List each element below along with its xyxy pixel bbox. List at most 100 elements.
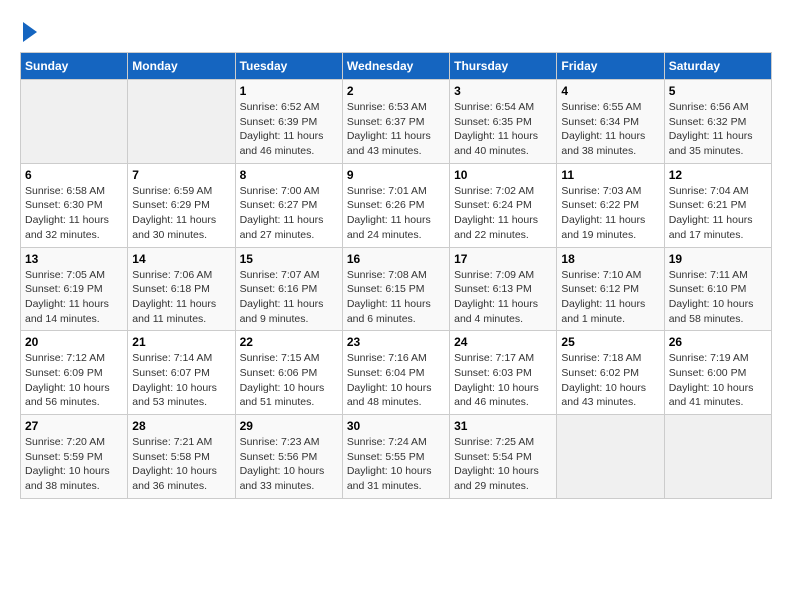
day-detail: Sunrise: 7:21 AMSunset: 5:58 PMDaylight:…: [132, 435, 230, 494]
day-number: 27: [25, 419, 123, 433]
calendar-cell: 30Sunrise: 7:24 AMSunset: 5:55 PMDayligh…: [342, 415, 449, 499]
header-saturday: Saturday: [664, 53, 771, 80]
calendar-cell: [128, 80, 235, 164]
day-detail: Sunrise: 6:58 AMSunset: 6:30 PMDaylight:…: [25, 184, 123, 243]
day-number: 30: [347, 419, 445, 433]
calendar-cell: 16 Sunrise: 7:08 AMSunset: 6:15 PMDayligh…: [342, 247, 449, 331]
calendar-cell: 14 Sunrise: 7:06 AMSunset: 6:18 PMDayligh…: [128, 247, 235, 331]
logo-arrow-icon: [23, 22, 37, 42]
day-detail: Sunrise: 7:15 AMSunset: 6:06 PMDaylight:…: [240, 351, 338, 410]
day-number: 21: [132, 335, 230, 349]
calendar-cell: 2 Sunrise: 6:53 AMSunset: 6:37 PMDaylight…: [342, 80, 449, 164]
day-number: 4: [561, 84, 659, 98]
day-number: 16: [347, 252, 445, 266]
day-detail: Sunrise: 7:01 AMSunset: 6:26 PMDaylight:…: [347, 184, 445, 243]
calendar-week-row: 6 Sunrise: 6:58 AMSunset: 6:30 PMDaylight…: [21, 163, 772, 247]
day-number: 13: [25, 252, 123, 266]
calendar-cell: 6 Sunrise: 6:58 AMSunset: 6:30 PMDaylight…: [21, 163, 128, 247]
day-number: 6: [25, 168, 123, 182]
day-detail: Sunrise: 7:25 AMSunset: 5:54 PMDaylight:…: [454, 435, 552, 494]
calendar-cell: 19 Sunrise: 7:11 AMSunset: 6:10 PMDayligh…: [664, 247, 771, 331]
day-number: 12: [669, 168, 767, 182]
calendar-week-row: 1 Sunrise: 6:52 AMSunset: 6:39 PMDaylight…: [21, 80, 772, 164]
calendar-week-row: 20Sunrise: 7:12 AMSunset: 6:09 PMDayligh…: [21, 331, 772, 415]
day-detail: Sunrise: 6:59 AMSunset: 6:29 PMDaylight:…: [132, 184, 230, 243]
calendar-cell: 12Sunrise: 7:04 AMSunset: 6:21 PMDayligh…: [664, 163, 771, 247]
calendar-cell: 18 Sunrise: 7:10 AMSunset: 6:12 PMDayligh…: [557, 247, 664, 331]
calendar-cell: 28 Sunrise: 7:21 AMSunset: 5:58 PMDayligh…: [128, 415, 235, 499]
day-number: 1: [240, 84, 338, 98]
calendar-cell: 27 Sunrise: 7:20 AMSunset: 5:59 PMDayligh…: [21, 415, 128, 499]
calendar-table: SundayMondayTuesdayWednesdayThursdayFrid…: [20, 52, 772, 499]
calendar-cell: 8 Sunrise: 7:00 AMSunset: 6:27 PMDaylight…: [235, 163, 342, 247]
calendar-cell: 3 Sunrise: 6:54 AMSunset: 6:35 PMDaylight…: [450, 80, 557, 164]
day-number: 24: [454, 335, 552, 349]
day-detail: Sunrise: 7:02 AMSunset: 6:24 PMDaylight:…: [454, 184, 552, 243]
day-detail: Sunrise: 7:18 AMSunset: 6:02 PMDaylight:…: [561, 351, 659, 410]
day-number: 25: [561, 335, 659, 349]
day-detail: Sunrise: 7:20 AMSunset: 5:59 PMDaylight:…: [25, 435, 123, 494]
day-detail: Sunrise: 7:10 AMSunset: 6:12 PMDaylight:…: [561, 268, 659, 327]
header-tuesday: Tuesday: [235, 53, 342, 80]
day-number: 18: [561, 252, 659, 266]
day-detail: Sunrise: 7:17 AMSunset: 6:03 PMDaylight:…: [454, 351, 552, 410]
day-number: 14: [132, 252, 230, 266]
day-detail: Sunrise: 6:56 AMSunset: 6:32 PMDaylight:…: [669, 100, 767, 159]
calendar-cell: 26Sunrise: 7:19 AMSunset: 6:00 PMDayligh…: [664, 331, 771, 415]
day-detail: Sunrise: 7:09 AMSunset: 6:13 PMDaylight:…: [454, 268, 552, 327]
calendar-cell: 22 Sunrise: 7:15 AMSunset: 6:06 PMDayligh…: [235, 331, 342, 415]
calendar-cell: 10 Sunrise: 7:02 AMSunset: 6:24 PMDayligh…: [450, 163, 557, 247]
calendar-cell: 31 Sunrise: 7:25 AMSunset: 5:54 PMDayligh…: [450, 415, 557, 499]
day-number: 3: [454, 84, 552, 98]
day-number: 31: [454, 419, 552, 433]
day-detail: Sunrise: 6:54 AMSunset: 6:35 PMDaylight:…: [454, 100, 552, 159]
header-monday: Monday: [128, 53, 235, 80]
calendar-week-row: 13 Sunrise: 7:05 AMSunset: 6:19 PMDayligh…: [21, 247, 772, 331]
day-detail: Sunrise: 7:05 AMSunset: 6:19 PMDaylight:…: [25, 268, 123, 327]
calendar-cell: [557, 415, 664, 499]
day-number: 20: [25, 335, 123, 349]
day-detail: Sunrise: 7:06 AMSunset: 6:18 PMDaylight:…: [132, 268, 230, 327]
day-number: 10: [454, 168, 552, 182]
day-number: 7: [132, 168, 230, 182]
day-detail: Sunrise: 7:07 AMSunset: 6:16 PMDaylight:…: [240, 268, 338, 327]
day-number: 9: [347, 168, 445, 182]
day-detail: Sunrise: 7:16 AMSunset: 6:04 PMDaylight:…: [347, 351, 445, 410]
day-detail: Sunrise: 6:55 AMSunset: 6:34 PMDaylight:…: [561, 100, 659, 159]
calendar-week-row: 27 Sunrise: 7:20 AMSunset: 5:59 PMDayligh…: [21, 415, 772, 499]
day-number: 15: [240, 252, 338, 266]
calendar-cell: 5 Sunrise: 6:56 AMSunset: 6:32 PMDaylight…: [664, 80, 771, 164]
day-detail: Sunrise: 7:00 AMSunset: 6:27 PMDaylight:…: [240, 184, 338, 243]
day-number: 26: [669, 335, 767, 349]
day-number: 28: [132, 419, 230, 433]
calendar-cell: 9 Sunrise: 7:01 AMSunset: 6:26 PMDaylight…: [342, 163, 449, 247]
day-number: 19: [669, 252, 767, 266]
calendar-cell: [664, 415, 771, 499]
day-detail: Sunrise: 6:52 AMSunset: 6:39 PMDaylight:…: [240, 100, 338, 159]
page-header: [20, 20, 772, 42]
calendar-cell: 11 Sunrise: 7:03 AMSunset: 6:22 PMDayligh…: [557, 163, 664, 247]
calendar-header-row: SundayMondayTuesdayWednesdayThursdayFrid…: [21, 53, 772, 80]
header-friday: Friday: [557, 53, 664, 80]
day-detail: Sunrise: 6:53 AMSunset: 6:37 PMDaylight:…: [347, 100, 445, 159]
calendar-cell: 20Sunrise: 7:12 AMSunset: 6:09 PMDayligh…: [21, 331, 128, 415]
calendar-cell: 21Sunrise: 7:14 AMSunset: 6:07 PMDayligh…: [128, 331, 235, 415]
calendar-cell: 29Sunrise: 7:23 AMSunset: 5:56 PMDayligh…: [235, 415, 342, 499]
day-number: 22: [240, 335, 338, 349]
day-detail: Sunrise: 7:08 AMSunset: 6:15 PMDaylight:…: [347, 268, 445, 327]
header-wednesday: Wednesday: [342, 53, 449, 80]
day-number: 2: [347, 84, 445, 98]
day-number: 23: [347, 335, 445, 349]
day-number: 11: [561, 168, 659, 182]
day-number: 8: [240, 168, 338, 182]
day-number: 29: [240, 419, 338, 433]
day-number: 5: [669, 84, 767, 98]
calendar-cell: 25 Sunrise: 7:18 AMSunset: 6:02 PMDayligh…: [557, 331, 664, 415]
calendar-cell: 15 Sunrise: 7:07 AMSunset: 6:16 PMDayligh…: [235, 247, 342, 331]
calendar-cell: 1 Sunrise: 6:52 AMSunset: 6:39 PMDaylight…: [235, 80, 342, 164]
calendar-cell: 4 Sunrise: 6:55 AMSunset: 6:34 PMDaylight…: [557, 80, 664, 164]
day-detail: Sunrise: 7:11 AMSunset: 6:10 PMDaylight:…: [669, 268, 767, 327]
header-thursday: Thursday: [450, 53, 557, 80]
day-detail: Sunrise: 7:03 AMSunset: 6:22 PMDaylight:…: [561, 184, 659, 243]
calendar-cell: [21, 80, 128, 164]
